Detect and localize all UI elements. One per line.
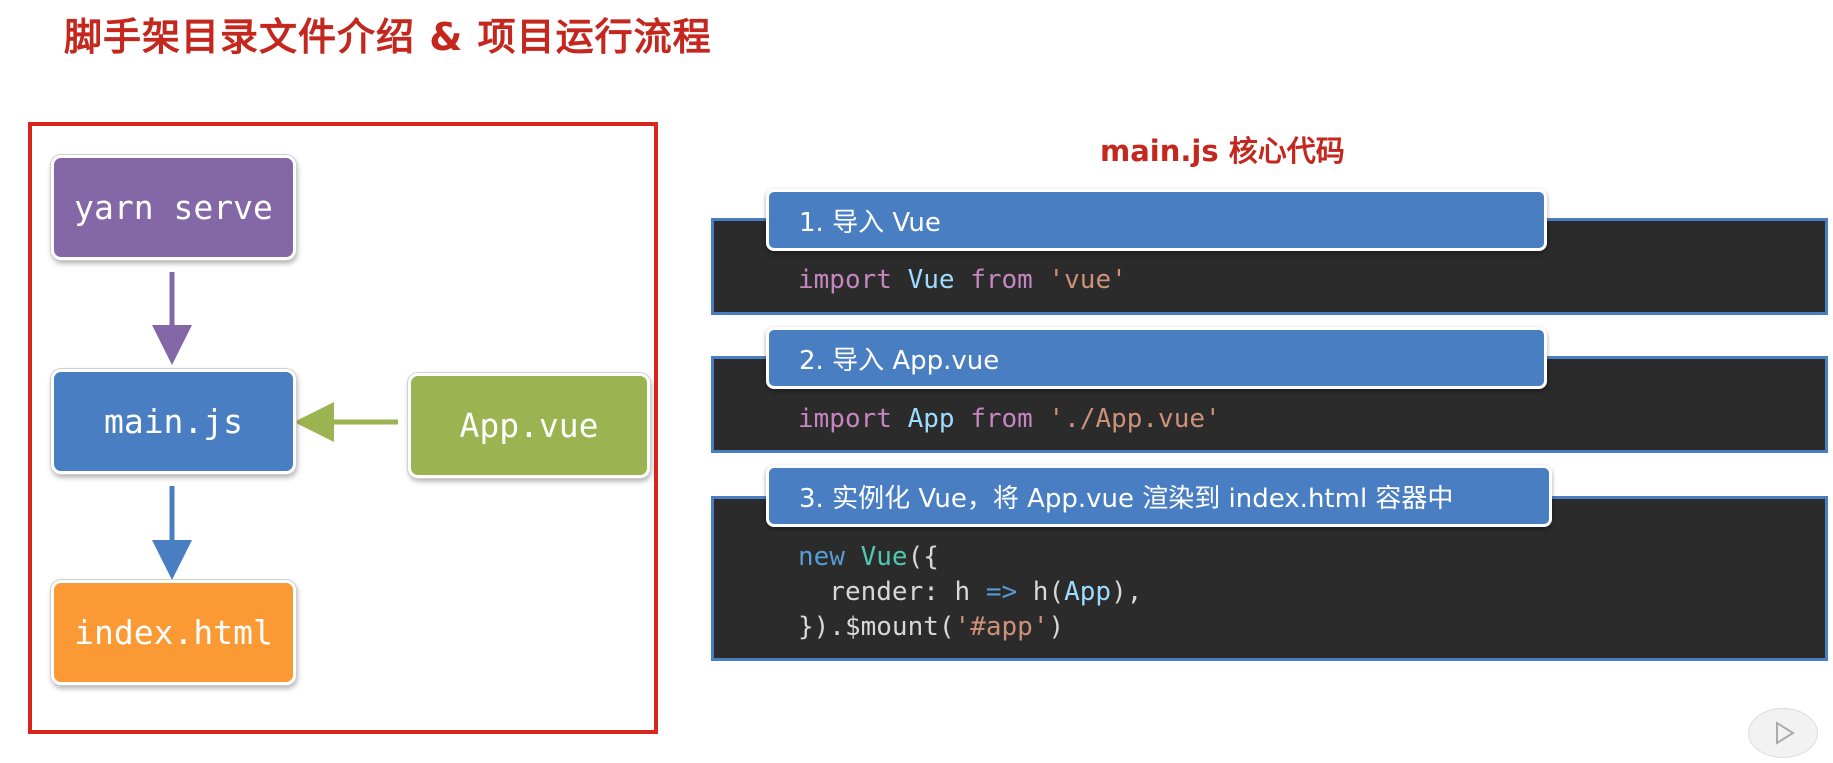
- code-line-import-vue: import Vue from 'vue': [798, 263, 1127, 298]
- code-punctuation: ),: [1111, 577, 1143, 607]
- code-arrow: =>: [985, 577, 1018, 607]
- step-label-3: 3. 实例化 Vue，将 App.vue 渲染到 index.html 容器中: [766, 465, 1552, 527]
- code-string: './App.vue': [1048, 404, 1221, 434]
- code-line-render: render: h => h(App),: [798, 575, 1142, 610]
- code-class: Vue: [860, 542, 908, 572]
- code-string: '#app': [954, 612, 1049, 642]
- code-identifier: App: [1064, 577, 1112, 607]
- code-punctuation: ({: [907, 542, 939, 572]
- code-keyword: from: [970, 404, 1033, 434]
- code-text: }).$mount(: [798, 612, 955, 642]
- code-keyword: import: [798, 265, 892, 295]
- node-main-js: main.js: [51, 369, 296, 474]
- code-line-new-vue: new Vue({: [798, 540, 939, 575]
- play-icon[interactable]: [1748, 708, 1818, 758]
- code-section-heading: main.js 核心代码: [1100, 134, 1345, 168]
- step-label-2: 2. 导入 App.vue: [766, 327, 1547, 389]
- node-yarn-serve: yarn serve: [51, 155, 296, 260]
- code-string: 'vue': [1048, 265, 1127, 295]
- node-app-vue: App.vue: [408, 373, 650, 478]
- code-keyword: new: [798, 542, 845, 572]
- code-punctuation: ): [1048, 612, 1065, 642]
- code-text: h(: [1017, 577, 1065, 607]
- play-icon-glyph: [1776, 721, 1795, 745]
- code-keyword: from: [970, 265, 1033, 295]
- code-identifier: Vue: [907, 265, 955, 295]
- code-identifier: App: [907, 404, 955, 434]
- node-index-html: index.html: [51, 580, 296, 685]
- code-keyword: import: [798, 404, 892, 434]
- code-line-mount: }).$mount('#app'): [798, 610, 1064, 645]
- code-text: render: h: [798, 577, 986, 607]
- code-line-import-app: import App from './App.vue': [798, 402, 1221, 437]
- step-label-1: 1. 导入 Vue: [766, 189, 1547, 251]
